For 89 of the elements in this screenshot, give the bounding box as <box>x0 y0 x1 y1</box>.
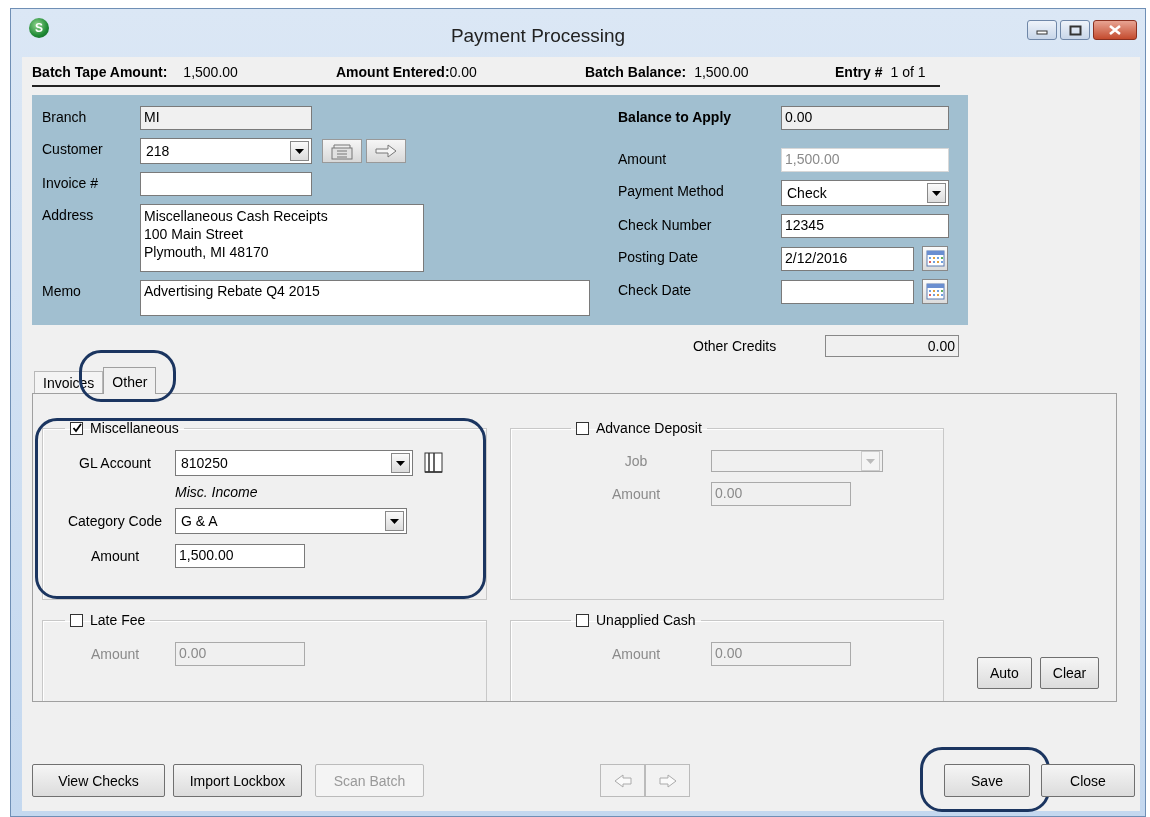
dropdown-field[interactable]: 218 <box>140 138 312 164</box>
caret-icon <box>389 517 400 525</box>
field-label: Memo <box>42 282 82 299</box>
input-field: 0.00 <box>711 642 851 666</box>
action-button[interactable]: Import Lockbox <box>173 764 302 797</box>
dropdown-field[interactable]: G & A <box>175 508 407 534</box>
window-title: Payment Processing <box>449 25 627 47</box>
field-label: Balance to Apply <box>618 108 733 125</box>
input-field[interactable]: 12345 <box>781 214 949 238</box>
summary-value: 1,500.00 <box>183 64 238 80</box>
input-field[interactable] <box>140 172 312 196</box>
checkbox-label: Advance Deposit <box>596 420 702 436</box>
field-label: Check Number <box>618 216 713 233</box>
field-label: Address <box>42 206 95 223</box>
field-label: Payment Method <box>618 182 725 199</box>
tool-button[interactable] <box>322 139 362 163</box>
summary-value: 1,500.00 <box>694 64 749 80</box>
action-button[interactable]: View Checks <box>32 764 165 797</box>
address-field[interactable]: Miscellaneous Cash Receipts 100 Main Street Plymouth, MI 48170 <box>140 204 424 272</box>
text-field[interactable]: 0.00 <box>781 106 949 130</box>
text-field[interactable]: MI <box>140 106 312 130</box>
summary-label: Entry # <box>835 64 883 80</box>
summary-value: 0.00 <box>449 64 477 80</box>
caret-icon <box>294 147 305 155</box>
arrow-right-icon <box>658 772 677 789</box>
tray-icon <box>329 142 355 160</box>
maximize-icon <box>1068 24 1082 36</box>
dropdown-field[interactable]: Check <box>781 180 949 206</box>
dropdown-button[interactable] <box>927 183 946 203</box>
caret-icon <box>395 459 406 467</box>
field-label: Posting Date <box>618 248 700 265</box>
summary-label: Batch Balance: <box>585 64 687 80</box>
field-label: GL Account <box>78 455 152 471</box>
calendar-icon <box>925 283 945 300</box>
tab[interactable]: Other <box>103 367 157 394</box>
close-icon <box>1108 24 1122 36</box>
arrow-icon <box>374 141 398 161</box>
input-field[interactable]: 1,500.00 <box>175 544 305 568</box>
field-label: Amount <box>618 150 668 167</box>
calendar-button[interactable] <box>922 279 948 304</box>
maximize-button[interactable] <box>1060 20 1090 40</box>
account-description: Misc. Income <box>175 484 259 500</box>
action-button[interactable]: Auto <box>977 657 1032 689</box>
calendar-icon <box>925 250 945 267</box>
field-label: Amount <box>610 646 662 662</box>
field-label: Category Code <box>66 513 164 529</box>
checkbox[interactable] <box>576 421 589 435</box>
text-field[interactable]: 0.00 <box>825 335 959 357</box>
action-button: Scan Batch <box>315 764 424 797</box>
book-icon[interactable] <box>423 452 444 474</box>
check-icon <box>71 423 82 433</box>
field-label: Branch <box>42 108 88 125</box>
caret-icon <box>865 457 876 465</box>
summary-value: 1 of 1 <box>890 64 926 80</box>
dropdown-button[interactable] <box>290 141 309 161</box>
action-button[interactable]: Close <box>1041 764 1135 797</box>
tool-button[interactable] <box>366 139 406 163</box>
arrow-left-icon <box>613 772 632 789</box>
checkbox[interactable] <box>576 613 589 627</box>
action-button[interactable]: Clear <box>1039 657 1100 689</box>
input-field: 1,500.00 <box>781 148 949 172</box>
checkbox-label: Unapplied Cash <box>596 612 696 628</box>
summary-label: Amount Entered: <box>336 64 450 80</box>
field-label: Invoice # <box>42 174 100 191</box>
action-button[interactable]: Save <box>944 764 1030 797</box>
field-label: Check Date <box>618 281 693 298</box>
input-field: 0.00 <box>711 482 851 506</box>
input-field[interactable]: Advertising Rebate Q4 2015 <box>140 280 590 316</box>
checkbox[interactable] <box>70 421 83 435</box>
date-field[interactable] <box>781 279 914 304</box>
app-logo: S <box>29 18 49 38</box>
close-button[interactable] <box>1093 20 1137 40</box>
field-label: Customer <box>42 140 104 157</box>
caret-icon <box>931 189 942 197</box>
dropdown-field[interactable]: 810250 <box>175 450 413 476</box>
checkbox[interactable] <box>70 613 83 627</box>
checkbox-label: Late Fee <box>90 612 146 628</box>
dropdown-button[interactable] <box>385 511 404 531</box>
input-field: 0.00 <box>175 642 305 666</box>
field-label: Other Credits <box>693 338 778 354</box>
date-field[interactable]: 2/12/2016 <box>781 246 914 271</box>
field-label: Job <box>623 453 649 469</box>
field-label: Amount <box>89 548 141 564</box>
field-label: Amount <box>89 646 141 662</box>
checkbox-label: Miscellaneous <box>90 420 179 436</box>
summary-label: Batch Tape Amount: <box>32 64 168 80</box>
field-label: Amount <box>610 486 662 502</box>
calendar-button[interactable] <box>922 246 948 271</box>
dropdown-button[interactable] <box>391 453 410 473</box>
